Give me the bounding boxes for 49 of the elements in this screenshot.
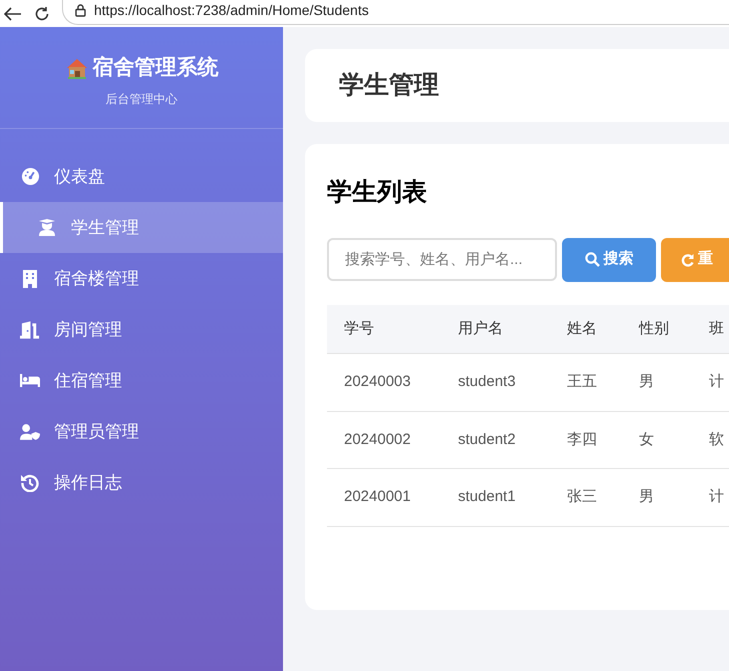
graduate-icon	[38, 219, 56, 236]
app-title: 宿舍管理系统	[92, 54, 218, 81]
page-title: 学生管理	[339, 70, 439, 101]
reset-button[interactable]: 重	[661, 238, 729, 282]
column-header: 用户名	[441, 304, 550, 354]
reload-icon[interactable]	[34, 6, 50, 22]
table-cell: 男	[622, 468, 692, 526]
table-cell: 20240002	[327, 411, 441, 468]
column-header: 班	[692, 304, 729, 354]
table-cell: student2	[441, 411, 550, 468]
nav-item[interactable]: 操作日志	[0, 457, 283, 508]
table-cell: 女	[622, 411, 692, 468]
app-subtitle: 后台管理中心	[106, 90, 178, 108]
history-icon	[21, 474, 39, 492]
table-cell: 王五	[550, 354, 622, 411]
table-cell: 张三	[550, 468, 622, 526]
back-icon[interactable]	[4, 6, 22, 20]
lock-icon	[75, 4, 86, 17]
search-field[interactable]: 搜索学号、姓名、用户名...	[327, 238, 557, 281]
house-icon	[64, 56, 88, 79]
column-header: 姓名	[550, 304, 622, 354]
gauge-icon	[20, 167, 40, 186]
nav-item[interactable]: 仪表盘	[0, 151, 283, 202]
search-button[interactable]: 搜索	[562, 238, 656, 282]
table-cell: 20240001	[327, 468, 441, 526]
table-cell: student1	[441, 468, 550, 526]
building-icon	[23, 270, 37, 288]
column-header: 学号	[327, 304, 441, 354]
table-cell: 李四	[550, 411, 622, 468]
bed-icon	[20, 373, 40, 388]
user-shield-icon	[20, 422, 40, 440]
url-text: https://localhost:7238/admin/Home/Students	[94, 1, 369, 20]
table-cell: student3	[441, 354, 550, 411]
nav-item[interactable]: 宿舍楼管理	[0, 253, 283, 304]
table-cell: 男	[622, 354, 692, 411]
nav-item[interactable]: 学生管理	[0, 202, 283, 253]
table-cell: 计	[692, 468, 729, 526]
table-cell: 软	[692, 411, 729, 468]
door-icon	[20, 320, 40, 338]
address-bar[interactable]: https://localhost:7238/admin/Home/Students	[62, 0, 729, 24]
list-title: 学生列表	[327, 177, 428, 208]
nav-item[interactable]: 管理员管理	[0, 406, 283, 457]
column-header: 性别	[622, 304, 692, 354]
table-cell: 计	[692, 354, 729, 411]
search-icon	[584, 252, 600, 267]
table-cell: 20240003	[327, 354, 441, 411]
refresh-icon	[681, 252, 694, 266]
nav-item[interactable]: 房间管理	[0, 304, 283, 355]
nav-item[interactable]: 住宿管理	[0, 355, 283, 406]
